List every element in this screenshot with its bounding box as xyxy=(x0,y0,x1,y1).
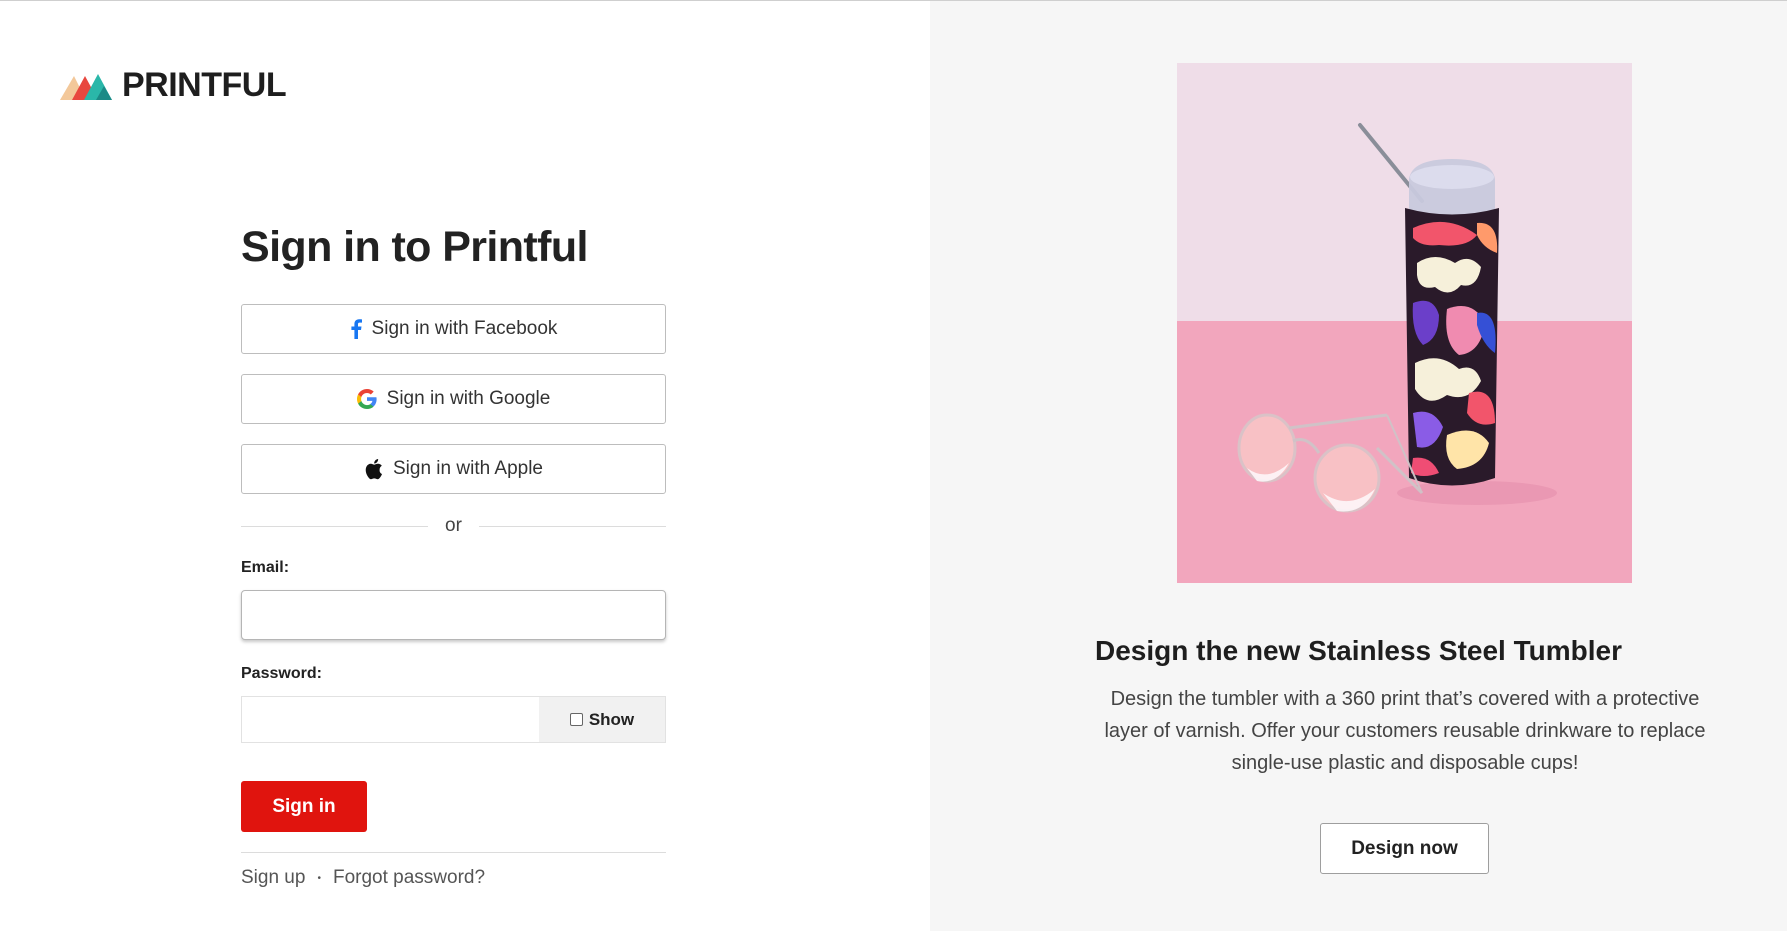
facebook-sign-in-label: Sign in with Facebook xyxy=(371,318,558,339)
show-password-toggle[interactable]: Show xyxy=(539,697,665,742)
facebook-icon xyxy=(350,319,362,339)
forgot-password-link[interactable]: Forgot password? xyxy=(333,867,485,889)
password-group: Show xyxy=(241,696,666,743)
email-label: Email: xyxy=(241,559,290,576)
email-field[interactable] xyxy=(241,590,666,640)
printful-logo[interactable]: PRINTFUL xyxy=(60,65,287,105)
google-sign-in-label: Sign in with Google xyxy=(386,388,551,409)
promo-description: Design the tumbler with a 360 print that… xyxy=(1104,688,1706,774)
divider-line xyxy=(241,525,429,527)
sign-up-link[interactable]: Sign up xyxy=(241,867,305,889)
facebook-sign-in-button[interactable]: Sign in with Facebook xyxy=(241,304,666,354)
or-divider: or xyxy=(241,514,666,538)
google-sign-in-button[interactable]: Sign in with Google xyxy=(241,374,666,424)
link-separator: • xyxy=(317,872,321,884)
or-text: or xyxy=(445,515,462,536)
printful-logo-text: PRINTFUL xyxy=(122,66,287,104)
promo-title: Design the new Stainless Steel Tumbler xyxy=(1095,635,1622,666)
design-now-button[interactable]: Design now xyxy=(1320,823,1489,874)
social-sign-in-group: Sign in with Facebook Sign in with Googl… xyxy=(241,304,666,494)
apple-icon xyxy=(364,458,383,480)
password-field[interactable] xyxy=(242,697,539,742)
sign-in-form: Sign in to Printful Sign in with Faceboo… xyxy=(241,219,666,889)
footer-divider xyxy=(241,852,666,853)
apple-sign-in-label: Sign in with Apple xyxy=(393,458,543,479)
sign-in-button[interactable]: Sign in xyxy=(241,781,367,832)
promo-panel: Design the new Stainless Steel Tumbler D… xyxy=(930,1,1787,931)
show-password-checkbox[interactable] xyxy=(569,713,583,726)
account-links: Sign up • Forgot password? xyxy=(241,867,666,889)
sign-in-panel: PRINTFUL Sign in to Printful Sign in wit… xyxy=(0,1,930,931)
sign-in-page: PRINTFUL Sign in to Printful Sign in wit… xyxy=(0,0,1787,931)
password-label: Password: xyxy=(241,665,322,682)
show-password-label: Show xyxy=(588,709,635,729)
google-icon xyxy=(356,389,377,409)
tumbler-product-image xyxy=(1177,63,1632,583)
apple-sign-in-button[interactable]: Sign in with Apple xyxy=(241,444,666,494)
divider-line xyxy=(478,525,666,527)
printful-logo-mark xyxy=(60,74,112,100)
page-title: Sign in to Printful xyxy=(241,223,588,271)
